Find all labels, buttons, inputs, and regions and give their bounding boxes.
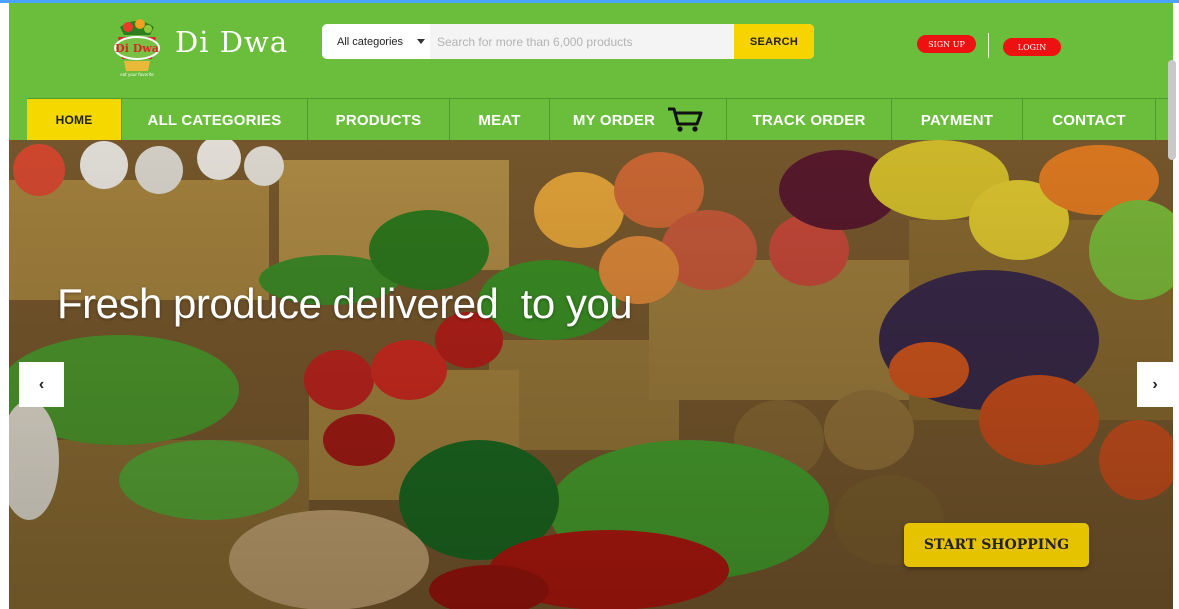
nav-item-my-order[interactable]: MY ORDER (550, 99, 727, 141)
nav-item-track-order[interactable]: TRACK ORDER (727, 99, 892, 141)
signup-button[interactable]: SIGN UP (917, 35, 976, 53)
search-button[interactable]: SEARCH (734, 24, 814, 59)
search-input[interactable] (430, 24, 734, 59)
caret-down-icon (417, 39, 426, 44)
chevron-right-icon: › (1152, 375, 1158, 393)
nav-item-home[interactable]: HOME (27, 99, 122, 141)
nav-item-all-categories[interactable]: ALL CATEGORIES (122, 99, 308, 141)
hero-headline: Fresh produce delivered to you (57, 280, 633, 327)
nav-item-meat[interactable]: MEAT (450, 99, 550, 141)
category-select-label: All categories (337, 35, 404, 48)
svg-text:eat your favorite: eat your favorite (120, 72, 154, 77)
carousel-next-button[interactable]: › (1137, 362, 1173, 407)
page: Di Dwa eat your favorite Di Dwa All cate… (9, 3, 1173, 609)
nav-item-products[interactable]: PRODUCTS (308, 99, 450, 141)
page-scrollbar[interactable] (1168, 60, 1176, 160)
hero-banner: Fresh produce delivered to you ‹ › START… (9, 140, 1173, 609)
search-bar: All categories SEARCH (322, 24, 814, 59)
nav-item-my-order-label: MY ORDER (572, 111, 656, 129)
brand-logo[interactable]: Di Dwa eat your favorite (110, 15, 164, 77)
main-nav: HOME ALL CATEGORIES PRODUCTS MEAT MY ORD… (27, 98, 1173, 141)
nav-item-contact[interactable]: CONTACT (1023, 99, 1156, 141)
svg-text:Di Dwa: Di Dwa (115, 42, 159, 55)
category-select[interactable]: All categories (322, 24, 430, 59)
login-button[interactable]: LOGIN (1003, 38, 1061, 56)
nav-item-payment[interactable]: PAYMENT (892, 99, 1023, 141)
start-shopping-button[interactable]: START SHOPPING (904, 523, 1089, 567)
logo-graphic: Di Dwa eat your favorite (114, 19, 160, 77)
cart-icon (668, 107, 703, 132)
chevron-left-icon: ‹ (38, 375, 45, 393)
brand-name[interactable]: Di Dwa (175, 25, 288, 59)
carousel-prev-button[interactable]: ‹ (19, 362, 64, 407)
header-divider (988, 33, 989, 58)
